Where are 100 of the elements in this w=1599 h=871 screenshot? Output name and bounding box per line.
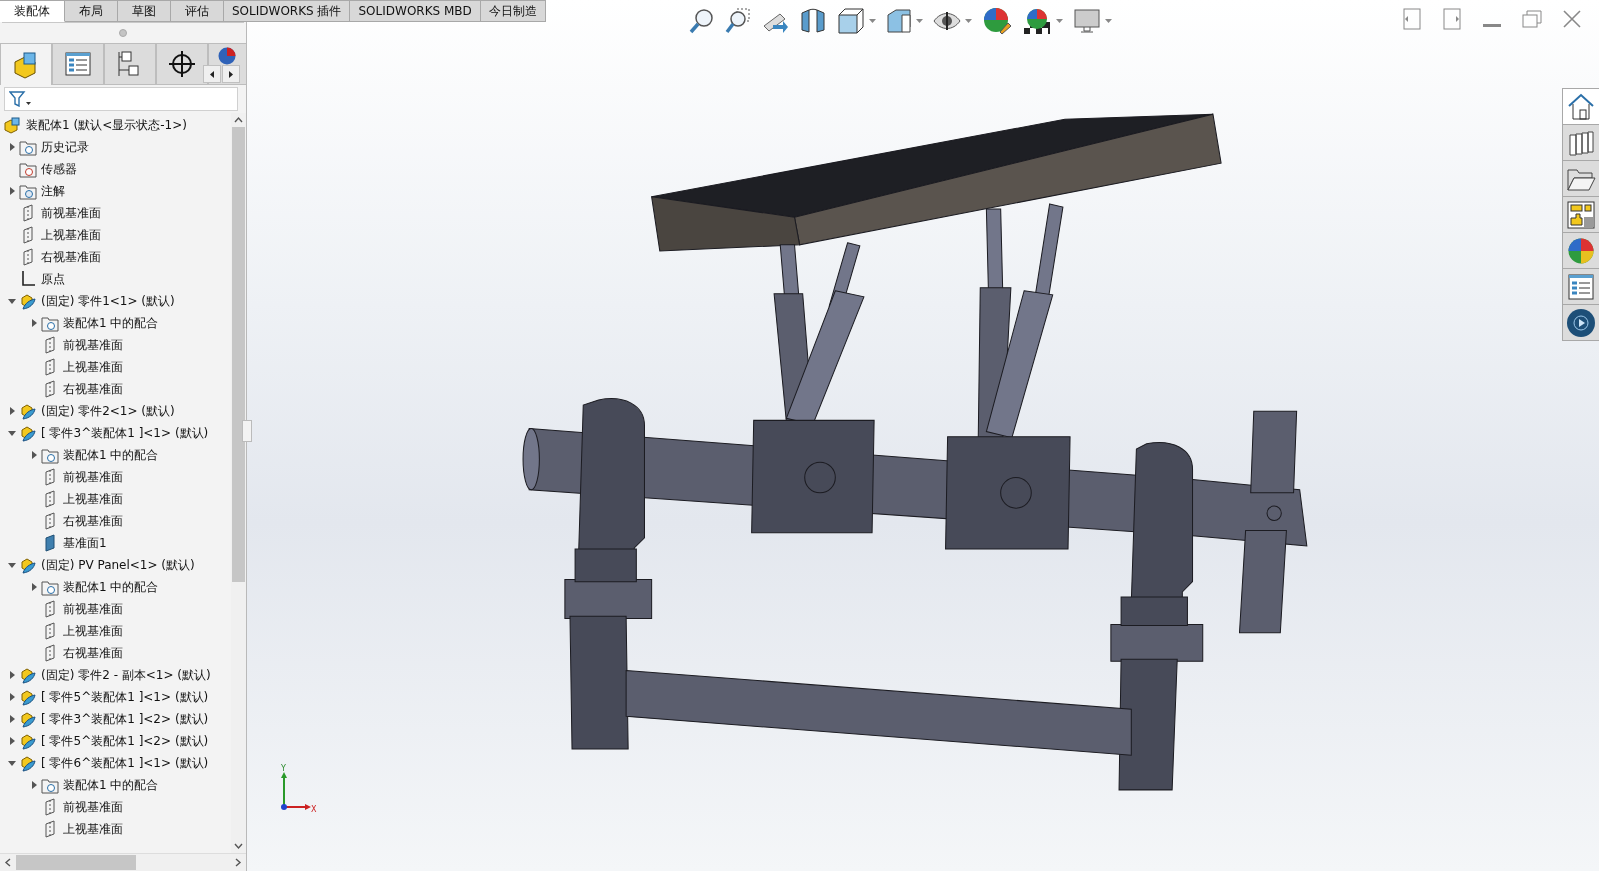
collapsed-arrow-icon[interactable]: [8, 143, 16, 151]
tree-item[interactable]: 右视基准面: [63, 644, 123, 662]
caret-icon: [965, 19, 972, 23]
tree-item[interactable]: 右视基准面: [41, 248, 101, 266]
tree-item[interactable]: 上视基准面: [41, 226, 101, 244]
filter-field[interactable]: [4, 87, 238, 111]
tree-item[interactable]: [ 零件5^装配体1 ]<2> (默认): [41, 732, 209, 750]
layout-icon: [1567, 200, 1595, 229]
tree-item[interactable]: 装配体1 (默认<显示状态-1>): [26, 116, 187, 134]
folder-icon: [41, 776, 59, 794]
close-button[interactable]: [1561, 8, 1583, 30]
tree-item[interactable]: 装配体1 中的配合: [63, 578, 159, 596]
cube-icon: [886, 8, 912, 34]
collapsed-arrow-icon[interactable]: [8, 737, 16, 745]
part-icon: [19, 556, 37, 574]
tree-item[interactable]: 上视基准面: [63, 820, 123, 838]
collapsed-arrow-icon[interactable]: [8, 715, 16, 723]
eye-icon: [933, 11, 961, 31]
tree-item[interactable]: (固定) 零件1<1> (默认): [41, 292, 175, 310]
tree-item[interactable]: 上视基准面: [63, 358, 123, 376]
section-icon: [799, 8, 827, 34]
collapsed-arrow-icon[interactable]: [30, 781, 38, 789]
part-icon: [19, 292, 37, 310]
tree-item[interactable]: [ 零件5^装配体1 ]<1> (默认): [41, 688, 209, 706]
panel-tab[interactable]: [156, 43, 208, 85]
tree-item[interactable]: 上视基准面: [63, 490, 123, 508]
tree-item[interactable]: 前视基准面: [63, 336, 123, 354]
tree-item[interactable]: 历史记录: [41, 138, 89, 156]
task-pane-tab[interactable]: [1563, 269, 1599, 305]
splitter-grip[interactable]: [119, 29, 127, 37]
ribbon-tab[interactable]: SOLIDWORKS MBD: [350, 0, 481, 22]
ribbon-tab[interactable]: SOLIDWORKS 插件: [224, 0, 351, 22]
caret-icon: [916, 19, 923, 23]
crosshair-icon: [167, 49, 197, 79]
origin-icon: [19, 270, 37, 288]
task-pane-tab[interactable]: [1563, 89, 1599, 125]
tree-item[interactable]: [ 零件6^装配体1 ]<1> (默认): [41, 754, 209, 772]
tree-item[interactable]: [ 零件3^装配体1 ]<2> (默认): [41, 710, 209, 728]
ribbon-tab[interactable]: 装配体: [0, 0, 65, 22]
expanded-arrow-icon[interactable]: [8, 759, 16, 767]
tree-item[interactable]: 装配体1 中的配合: [63, 446, 159, 464]
tree-item[interactable]: (固定) 零件2<1> (默认): [41, 402, 175, 420]
part-icon: [19, 666, 37, 684]
magnifier-icon: [689, 8, 715, 34]
sphere-icon: [218, 47, 236, 65]
collapsed-arrow-icon[interactable]: [8, 671, 16, 679]
tree-item[interactable]: 右视基准面: [63, 512, 123, 530]
tree-item[interactable]: 前视基准面: [63, 600, 123, 618]
tree-item[interactable]: 基准面1: [63, 534, 107, 552]
folder-icon: [19, 138, 37, 156]
task-pane-tab[interactable]: [1563, 125, 1599, 161]
part-icon: [19, 424, 37, 442]
expanded-arrow-icon[interactable]: [8, 429, 16, 437]
tree-item[interactable]: 注解: [41, 182, 65, 200]
origin-dot: [281, 804, 287, 810]
folder-icon: [19, 160, 37, 178]
tree-item[interactable]: (固定) 零件2 - 副本<1> (默认): [41, 666, 211, 684]
scroll-right-button[interactable]: [222, 65, 240, 83]
collapsed-arrow-icon[interactable]: [30, 319, 38, 327]
restore-icon: [1522, 10, 1542, 28]
left-arrow-icon: [210, 70, 214, 78]
ribbon-tab[interactable]: 评估: [171, 0, 224, 22]
tree-item[interactable]: (固定) PV Panel<1> (默认): [41, 556, 195, 574]
scrollbar-thumb[interactable]: [16, 855, 136, 870]
tree-item[interactable]: 上视基准面: [63, 622, 123, 640]
magnifier-icon: [725, 8, 751, 34]
part-icon: [19, 732, 37, 750]
ribbon-tab[interactable]: 今日制造: [480, 0, 546, 22]
collapsed-arrow-icon[interactable]: [8, 187, 16, 195]
scrollbar-thumb[interactable]: [232, 127, 245, 582]
expanded-arrow-icon[interactable]: [8, 561, 16, 569]
task-pane-tab[interactable]: [1563, 305, 1599, 341]
collapsed-arrow-icon[interactable]: [8, 407, 16, 415]
tree-item[interactable]: 前视基准面: [41, 204, 101, 222]
tree-item[interactable]: 原点: [41, 270, 65, 288]
tree-item[interactable]: 传感器: [41, 160, 77, 178]
task-pane-tab[interactable]: [1563, 161, 1599, 197]
scroll-left-button[interactable]: [203, 65, 221, 83]
sphere-icon: [1568, 237, 1594, 264]
ribbon-tab[interactable]: 草图: [118, 0, 171, 22]
tree-item[interactable]: 右视基准面: [63, 380, 123, 398]
ribbon-tab[interactable]: 布局: [65, 0, 118, 22]
task-pane-tab[interactable]: [1563, 233, 1599, 269]
tree-item[interactable]: 装配体1 中的配合: [63, 776, 159, 794]
folder-icon: [41, 446, 59, 464]
task-pane-tab[interactable]: [1563, 197, 1599, 233]
minimize-icon: [1483, 23, 1501, 27]
collapsed-arrow-icon[interactable]: [30, 451, 38, 459]
tree-item[interactable]: 装配体1 中的配合: [63, 314, 159, 332]
expanded-arrow-icon[interactable]: [8, 297, 16, 305]
tree-item[interactable]: 前视基准面: [63, 798, 123, 816]
y-axis-label: Y: [281, 764, 286, 773]
panel-collapse-handle[interactable]: [242, 420, 252, 442]
tree-item[interactable]: [ 零件3^装配体1 ]<1> (默认): [41, 424, 209, 442]
part-icon: [19, 710, 37, 728]
part-icon: [19, 402, 37, 420]
books-icon: [1567, 128, 1595, 157]
tree-item[interactable]: 前视基准面: [63, 468, 123, 486]
collapsed-arrow-icon[interactable]: [30, 583, 38, 591]
collapsed-arrow-icon[interactable]: [8, 693, 16, 701]
